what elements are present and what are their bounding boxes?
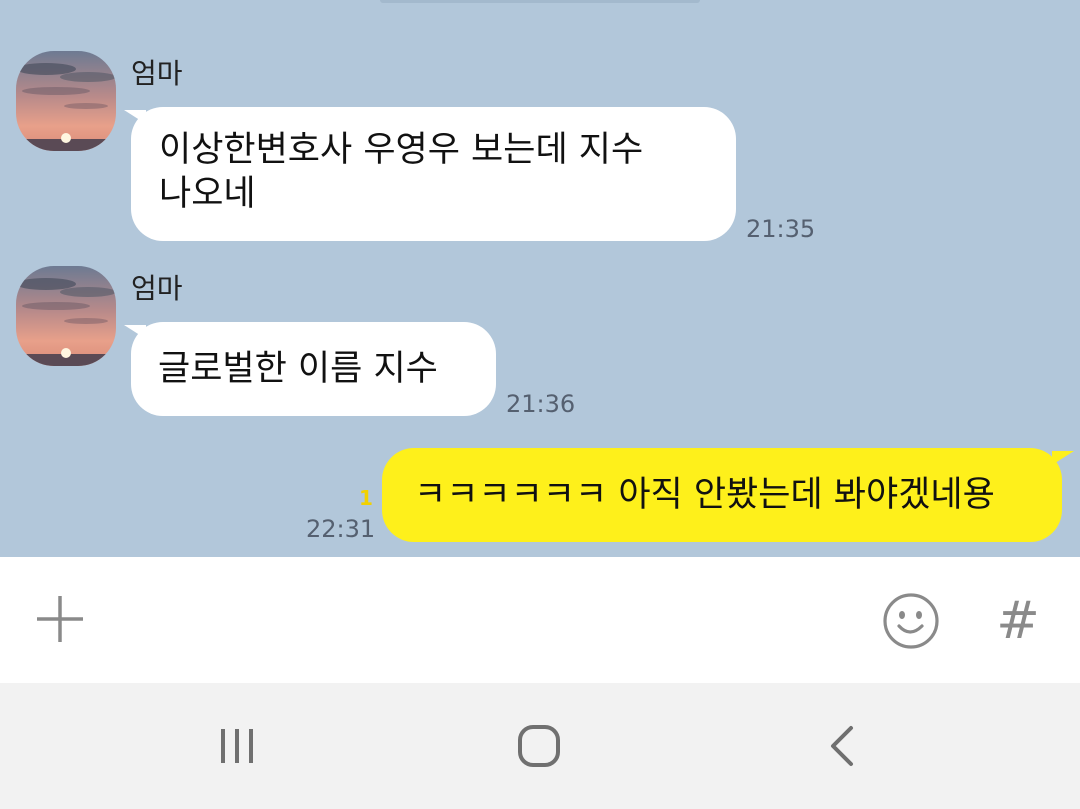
- message-time: 22:31: [306, 515, 376, 543]
- system-navigation-bar: [0, 683, 1080, 809]
- message-bubble[interactable]: 글로벌한 이름 지수: [131, 322, 496, 416]
- home-button[interactable]: [509, 721, 569, 771]
- message-text-line: 나오네: [159, 174, 256, 214]
- message-bubble-outgoing[interactable]: ㅋㅋㅋㅋㅋㅋ 아직 안봤는데 봐야겠네용: [382, 448, 1062, 542]
- back-icon: [831, 726, 853, 766]
- message-time: 21:35: [746, 215, 816, 243]
- back-button[interactable]: [812, 721, 872, 771]
- hashtag-button[interactable]: #: [988, 591, 1048, 651]
- sender-name: 엄마: [131, 57, 183, 90]
- message-text: 글로벌한 이름 지수: [158, 349, 438, 389]
- emoji-button[interactable]: [881, 591, 941, 651]
- add-button[interactable]: [30, 589, 90, 649]
- home-icon: [518, 725, 560, 767]
- unread-count: 1: [359, 486, 373, 510]
- smiley-icon: [883, 593, 939, 649]
- bubble-tail: [1052, 451, 1074, 465]
- recent-apps-button[interactable]: [207, 721, 267, 771]
- plus-icon: [37, 596, 83, 642]
- message-input-bar: #: [0, 557, 1080, 683]
- date-divider-edge: [380, 0, 700, 3]
- message-bubble[interactable]: 이상한변호사 우영우 보는데 지수 나오네: [131, 107, 736, 241]
- recent-apps-icon: [221, 729, 253, 763]
- sunset-photo: [16, 266, 116, 366]
- chat-screen: 엄마 이상한변호사 우영우 보는데 지수 나오네 21:35 엄마 글로벌한 이…: [0, 0, 1080, 809]
- hash-icon: #: [996, 591, 1040, 651]
- message-time: 21:36: [506, 390, 576, 418]
- avatar[interactable]: [16, 266, 116, 366]
- message-text-line: 이상한변호사 우영우 보는데 지수: [159, 130, 644, 170]
- sunset-photo: [16, 51, 116, 151]
- chat-message-list[interactable]: 엄마 이상한변호사 우영우 보는데 지수 나오네 21:35 엄마 글로벌한 이…: [0, 0, 1080, 557]
- message-text: ㅋㅋㅋㅋㅋㅋ 아직 안봤는데 봐야겠네용: [414, 475, 995, 515]
- sender-name: 엄마: [131, 272, 183, 305]
- avatar[interactable]: [16, 51, 116, 151]
